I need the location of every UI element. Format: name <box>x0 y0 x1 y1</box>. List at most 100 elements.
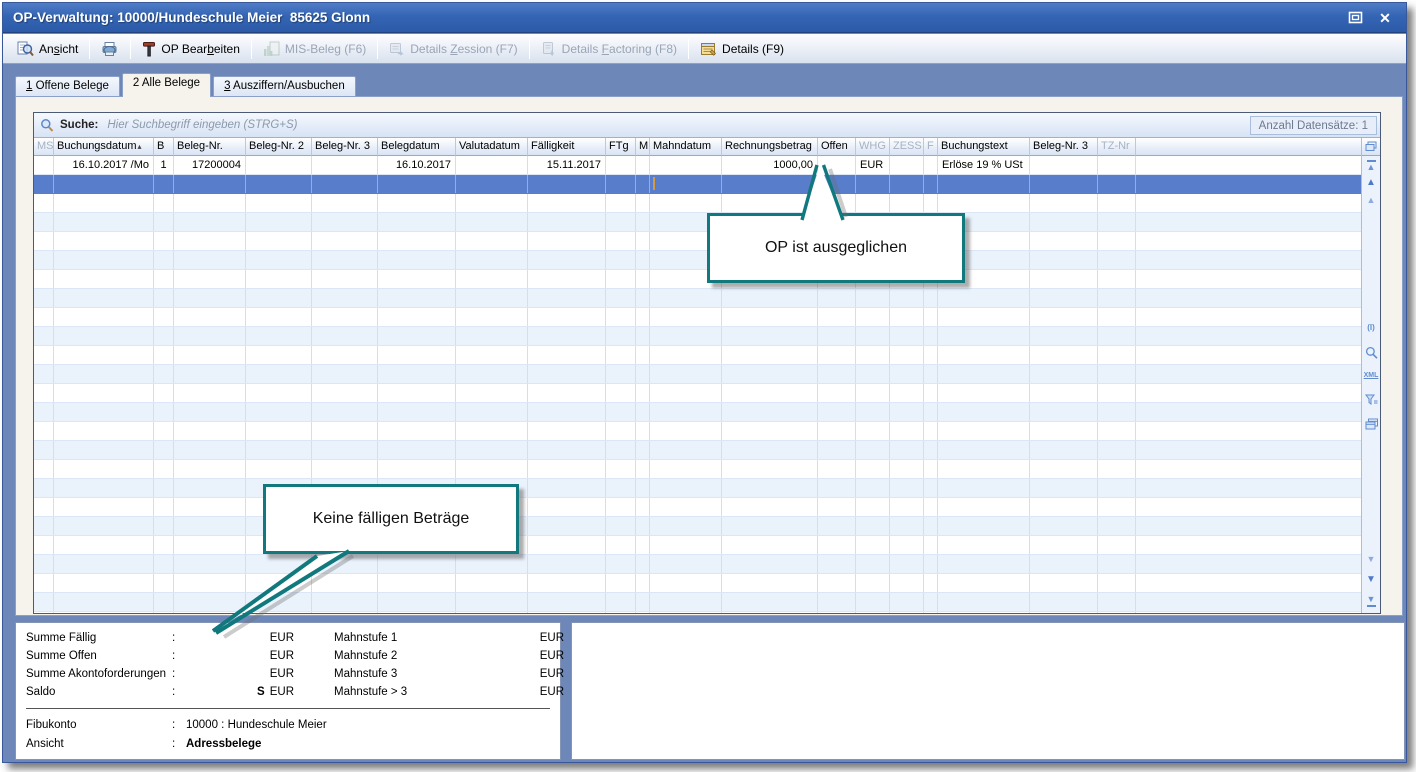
table-row-empty[interactable] <box>34 213 1361 232</box>
cell-beleg_nr2 <box>246 270 312 288</box>
cell-zess <box>890 460 924 478</box>
cell-filler <box>1136 194 1361 212</box>
table-row-selected[interactable] <box>34 175 1361 194</box>
cell-ftg <box>606 479 636 497</box>
scroll-up-button[interactable]: ▲ <box>1362 178 1380 188</box>
cell-f <box>924 612 938 613</box>
table-row-empty[interactable] <box>34 422 1361 441</box>
column-header-beleg_nr3[interactable]: Beleg-Nr. 3 <box>312 138 378 156</box>
cell-beleg_nr <box>174 232 246 250</box>
column-header-rechnungsbetrag[interactable]: Rechnungsbetrag <box>722 138 818 156</box>
table-row-empty[interactable] <box>34 441 1361 460</box>
band-columns-button[interactable]: (I) <box>1362 324 1380 332</box>
table-row-empty[interactable] <box>34 327 1361 346</box>
cell-f <box>924 422 938 440</box>
toolbar-separator <box>251 39 252 59</box>
cell-ftg <box>606 498 636 516</box>
cell-faelligkeit: 15.11.2017 <box>528 156 606 174</box>
summary-colon: : <box>172 686 186 698</box>
cell-beleg_nr3b <box>1030 574 1098 592</box>
table-row-empty[interactable] <box>34 365 1361 384</box>
search-icon <box>40 118 54 132</box>
tab-ausziffern-ausbuchen[interactable]: 3 Ausziffern/Ausbuchen <box>213 76 356 97</box>
column-header-belegdatum[interactable]: Belegdatum <box>378 138 456 156</box>
column-header-m[interactable]: M <box>636 138 650 156</box>
restore-window-button[interactable] <box>1346 10 1364 26</box>
zoom-button[interactable] <box>1362 346 1380 359</box>
column-header-beleg_nr3b[interactable]: Beleg-Nr. 3 <box>1030 138 1098 156</box>
cell-valutadatum <box>456 365 528 383</box>
column-header-beleg_nr[interactable]: Beleg-Nr. <box>174 138 246 156</box>
column-header-beleg_nr2[interactable]: Beleg-Nr. 2 <box>246 138 312 156</box>
cell-beleg_nr3b <box>1030 194 1098 212</box>
summary-label: Saldo <box>26 686 172 698</box>
table-row-empty[interactable] <box>34 593 1361 612</box>
scroll-to-top-button[interactable]: ▲ <box>1362 159 1380 172</box>
search-bar[interactable]: Suche: Hier Suchbegriff eingeben (STRG+S… <box>34 113 1380 138</box>
scroll-up-page-button[interactable]: ▲ <box>1362 196 1380 205</box>
table-row-empty[interactable] <box>34 403 1361 422</box>
table-row-empty[interactable] <box>34 498 1361 517</box>
table-row-record[interactable]: 16.10.2017 /Mo11720000416.10.201715.11.2… <box>34 156 1361 175</box>
print-button[interactable] <box>93 38 127 60</box>
cell-beleg_nr <box>174 479 246 497</box>
cell-buchungstext <box>938 365 1030 383</box>
table-row-empty[interactable] <box>34 308 1361 327</box>
column-header-f[interactable]: F <box>924 138 938 156</box>
cell-offen <box>818 365 856 383</box>
cell-whg <box>856 593 890 611</box>
table-row-empty[interactable] <box>34 232 1361 251</box>
table-row-empty[interactable] <box>34 574 1361 593</box>
scroll-down-button[interactable]: ▼ <box>1362 575 1380 585</box>
table-row-empty[interactable] <box>34 251 1361 270</box>
column-header-offen[interactable]: Offen <box>818 138 856 156</box>
cell-mahndatum <box>650 574 722 592</box>
column-header-b[interactable]: B <box>154 138 174 156</box>
search-input-placeholder[interactable]: Hier Suchbegriff eingeben (STRG+S) <box>107 119 297 131</box>
cell-filler <box>1136 175 1361 193</box>
table-row-empty[interactable] <box>34 384 1361 403</box>
column-header-ms[interactable]: MS <box>34 138 54 156</box>
column-header-tz_nr[interactable]: TZ-Nr <box>1098 138 1136 156</box>
table-row-empty[interactable] <box>34 555 1361 574</box>
column-header-faelligkeit[interactable]: Fälligkeit <box>528 138 606 156</box>
cell-beleg_nr3 <box>312 460 378 478</box>
cell-filler <box>1136 574 1361 592</box>
cell-mahndatum <box>650 156 722 174</box>
scroll-down-page-button[interactable]: ▼ <box>1362 555 1380 564</box>
column-header-buchungsdatum[interactable]: Buchungsdatum▴ <box>54 138 154 156</box>
column-chooser-button[interactable] <box>1362 138 1380 156</box>
cell-rechnungsbetrag <box>722 194 818 212</box>
table-row-empty[interactable] <box>34 289 1361 308</box>
table-row-empty[interactable] <box>34 194 1361 213</box>
record-count-badge: Anzahl Datensätze: 1 <box>1250 116 1377 135</box>
cell-buchungsdatum <box>54 574 154 592</box>
filter-button[interactable] <box>1362 394 1380 406</box>
column-header-mahndatum[interactable]: Mahndatum <box>650 138 722 156</box>
cell-beleg_nr3b <box>1030 422 1098 440</box>
cell-rechnungsbetrag <box>722 555 818 573</box>
ansicht-button[interactable]: Ansicht <box>9 38 86 60</box>
scroll-to-bottom-button[interactable]: ▼ <box>1362 595 1380 608</box>
column-header-zess[interactable]: ZESS <box>890 138 924 156</box>
op-bearbeiten-button[interactable]: OP Bearbeiten <box>134 38 248 60</box>
table-row-empty[interactable] <box>34 346 1361 365</box>
details-button[interactable]: Details (F9) <box>692 38 792 60</box>
xml-export-button[interactable]: XML <box>1362 372 1380 379</box>
close-window-button[interactable]: ✕ <box>1376 10 1394 26</box>
table-row-empty[interactable] <box>34 460 1361 479</box>
column-header-valutadatum[interactable]: Valutadatum <box>456 138 528 156</box>
tab-alle-belege[interactable]: 2 Alle Belege <box>122 73 211 97</box>
table-row-empty[interactable] <box>34 612 1361 613</box>
cell-beleg_nr2 <box>246 593 312 611</box>
tab-offene-belege[interactable]: 1 Offene Belege <box>15 76 120 97</box>
cell-offen <box>818 156 856 174</box>
table-row-empty[interactable] <box>34 479 1361 498</box>
column-header-ftg[interactable]: FTg <box>606 138 636 156</box>
table-row-empty[interactable] <box>34 536 1361 555</box>
copy-rows-button[interactable] <box>1362 418 1380 430</box>
table-row-empty[interactable] <box>34 270 1361 289</box>
column-header-buchungstext[interactable]: Buchungstext <box>938 138 1030 156</box>
column-header-whg[interactable]: WHG <box>856 138 890 156</box>
table-row-empty[interactable] <box>34 517 1361 536</box>
